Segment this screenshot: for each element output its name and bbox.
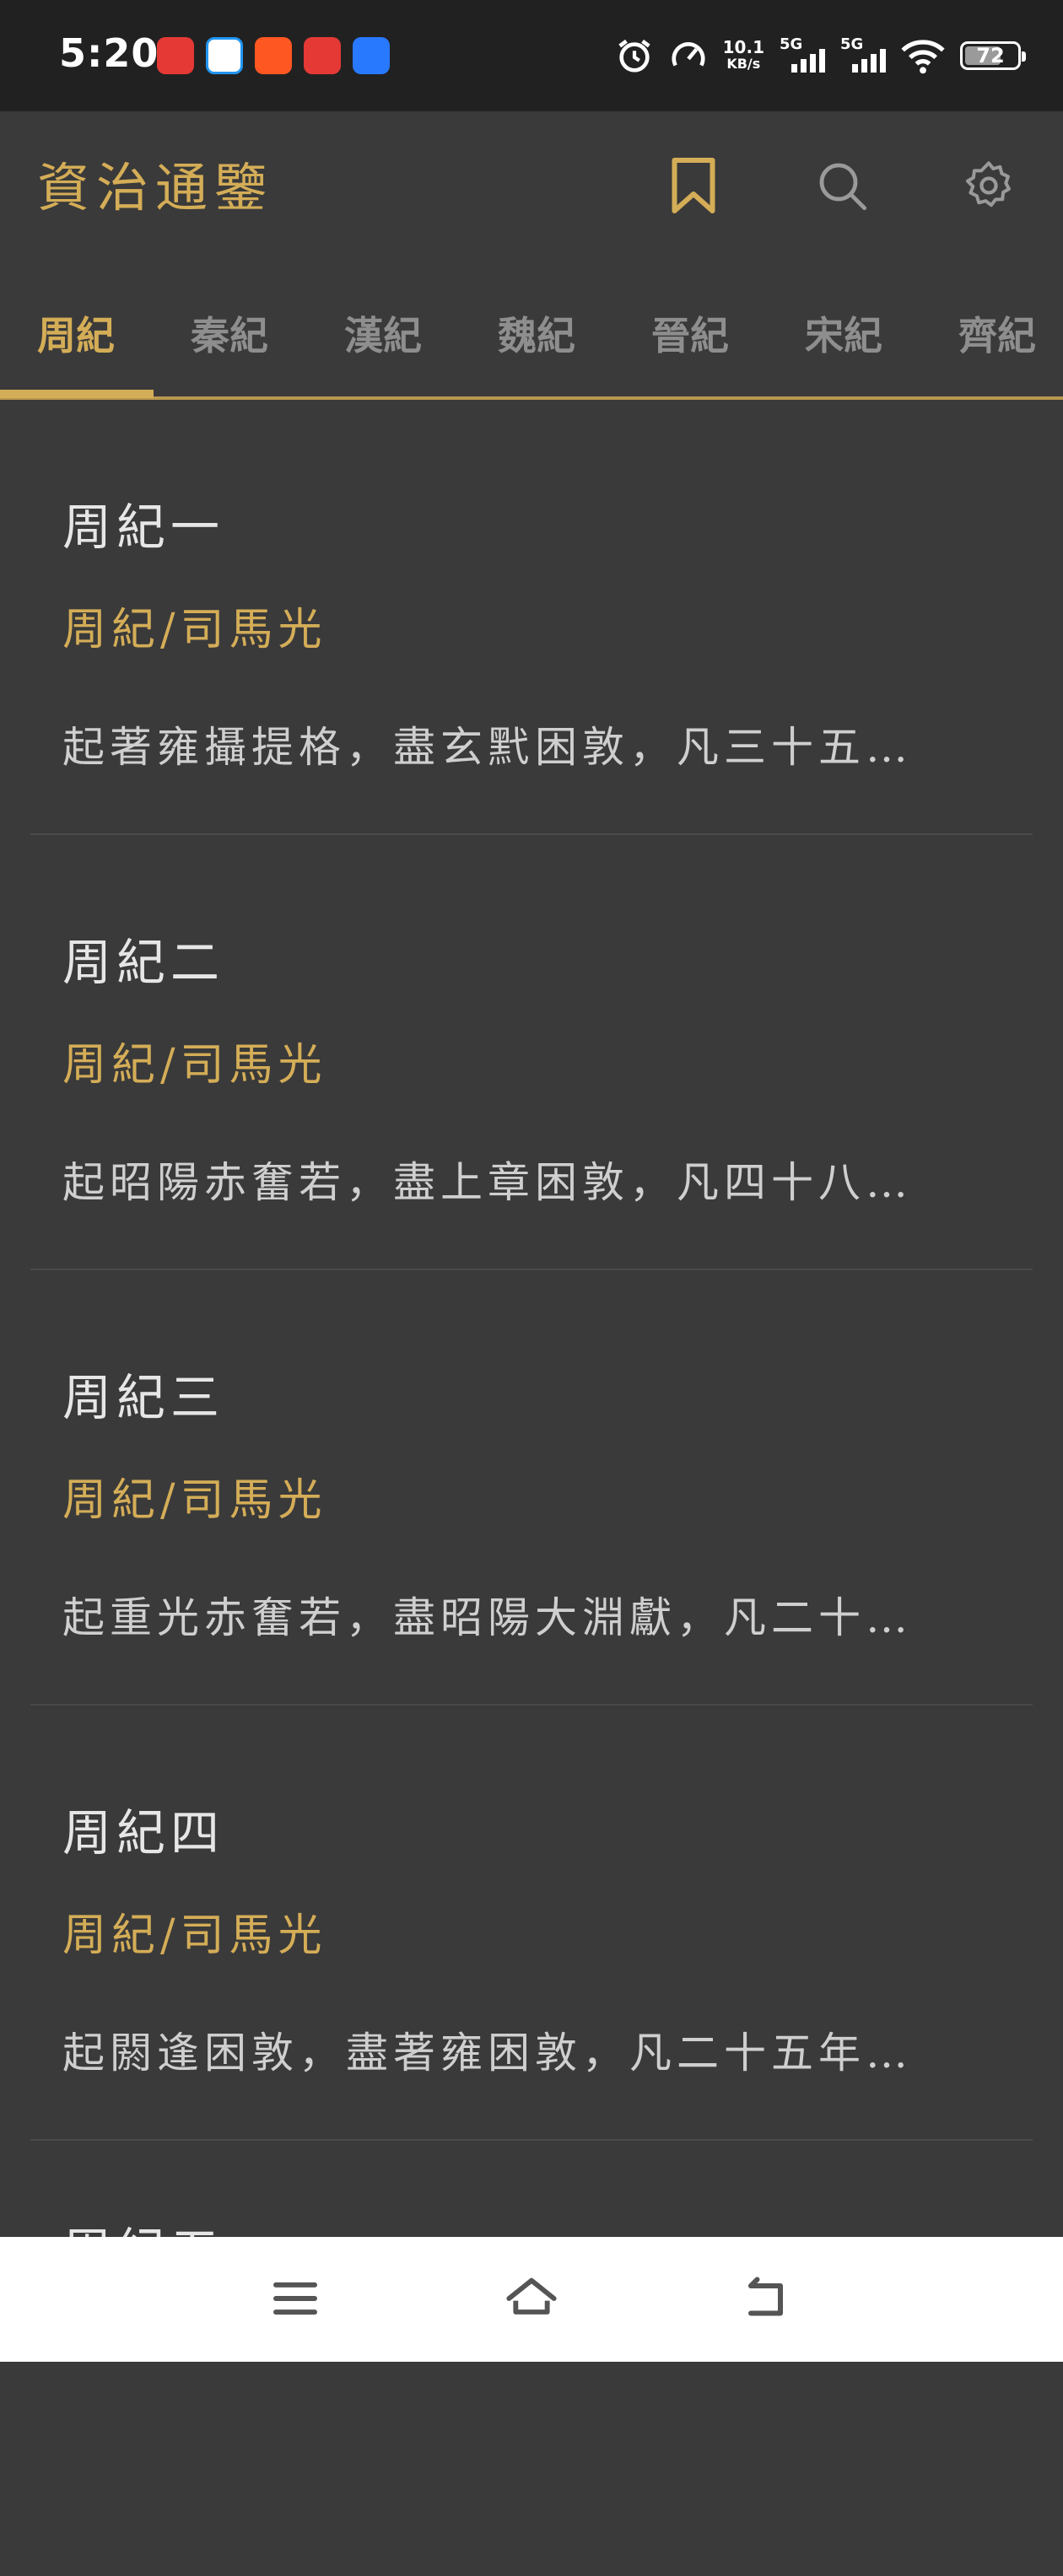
list-item[interactable]: 周紀三 周紀/司馬光 起重光赤奮若，盡昭陽大淵獻，凡二十… (0, 1270, 1063, 1706)
chapter-author: 周紀/司馬光 (62, 1910, 327, 1961)
list-item[interactable]: 周紀一 周紀/司馬光 起著雍攝提格，盡玄黓困敦，凡三十五… (0, 400, 1063, 835)
signal-icon: 5G (780, 35, 825, 76)
settings-button[interactable] (955, 152, 1023, 219)
app-title: 資治通鑒 (37, 157, 274, 218)
list-item[interactable]: 周紀四 周紀/司馬光 起閼逢困敦，盡著雍困敦，凡二十五年… (0, 1706, 1063, 2141)
app-icon-orange (255, 37, 292, 74)
search-icon (819, 163, 867, 211)
signal-icon: 5G (840, 35, 886, 76)
app-icon-red (157, 37, 194, 74)
menu-button[interactable] (262, 2269, 329, 2328)
tab-jinji[interactable]: 晉紀 (651, 305, 729, 361)
tab-qiji[interactable]: 齊紀 (958, 305, 1036, 361)
tab-active-indicator (0, 390, 154, 398)
app-icon-blue (206, 37, 243, 74)
chapter-author: 周紀/司馬光 (62, 605, 327, 655)
chapter-author: 周紀/司馬光 (62, 1040, 327, 1091)
back-icon (748, 2277, 783, 2316)
net-speed-unit: KB/s (726, 56, 761, 72)
tab-hanji[interactable]: 漢紀 (344, 305, 422, 361)
gear-icon (965, 161, 1011, 207)
chapter-title: 周紀二 (62, 934, 225, 991)
battery-level: 72 (976, 44, 1005, 67)
search-button[interactable] (808, 152, 876, 219)
status-time: 5:20 (59, 30, 159, 76)
status-bar: 5:20 10.1 KB/s 5G 5G 72 (0, 0, 1063, 111)
bookmark-icon (672, 158, 715, 213)
chapter-description: 起閼逢困敦，盡著雍困敦，凡二十五年… (62, 2029, 913, 2078)
chapter-description: 起著雍攝提格，盡玄黓困敦，凡三十五… (62, 723, 913, 772)
wifi-icon (901, 40, 945, 74)
list-item[interactable]: 周紀二 周紀/司馬光 起昭陽赤奮若，盡上章困敦，凡四十八… (0, 835, 1063, 1270)
tab-zhouji[interactable]: 周紀 (37, 305, 115, 361)
chapter-author: 周紀/司馬光 (62, 1475, 327, 1526)
net-speed-value: 10.1 (722, 37, 764, 57)
home-icon (506, 2277, 557, 2315)
category-tabs: 周紀 秦紀 漢紀 魏紀 晉紀 宋紀 齊紀 (0, 295, 1063, 400)
chapter-description: 起昭陽赤奮若，盡上章困敦，凡四十八… (62, 1158, 913, 1207)
tab-weiji[interactable]: 魏紀 (498, 305, 575, 361)
battery-icon: 72 (960, 41, 1026, 70)
app-icon-red (304, 37, 341, 74)
chapter-title: 周紀三 (62, 1369, 225, 1426)
app-icon-blue-round (353, 37, 390, 74)
system-nav-bar (0, 2237, 1063, 2362)
menu-icon (273, 2282, 317, 2315)
app-bar: 資治通鑒 (0, 111, 1063, 259)
tab-songji[interactable]: 宋紀 (805, 305, 882, 361)
back-button[interactable] (734, 2269, 801, 2328)
chapter-title: 周紀一 (62, 498, 225, 556)
net-speed: 10.1 KB/s (723, 39, 764, 73)
notification-icons (157, 37, 390, 74)
tab-qinji[interactable]: 秦紀 (191, 305, 268, 361)
home-button[interactable] (498, 2269, 565, 2328)
alarm-icon (618, 39, 650, 73)
speedometer-icon (672, 42, 705, 67)
chapter-title: 周紀四 (62, 1804, 225, 1862)
bookmark-button[interactable] (660, 152, 727, 219)
system-icons: 10.1 KB/s 5G 5G 72 (615, 30, 1026, 81)
chapter-description: 起重光赤奮若，盡昭陽大淵獻，凡二十… (62, 1593, 913, 1642)
